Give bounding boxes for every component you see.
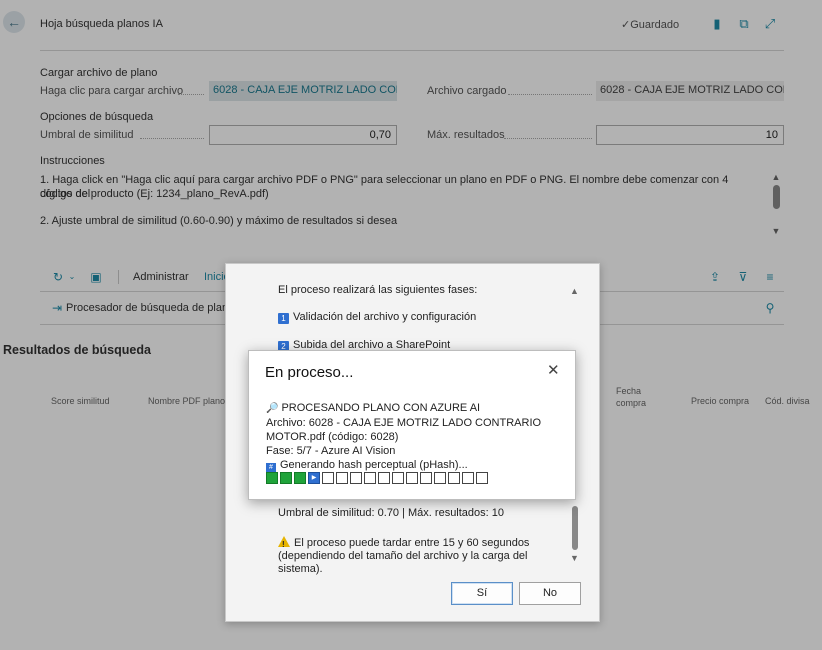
progress-cell (406, 472, 418, 484)
warning-line1: El proceso puede tardar entre 15 y 60 se… (294, 537, 530, 549)
dialog-scrollbar-thumb[interactable] (572, 506, 578, 550)
progress-cell (294, 472, 306, 484)
magnifier-icon: 🔎 (266, 403, 279, 414)
progress-cell (350, 472, 362, 484)
close-icon[interactable]: ✕ (547, 363, 560, 379)
progress-line2: Archivo: 6028 - CAJA EJE MOTRIZ LADO CON… (266, 417, 542, 429)
progress-cell (448, 472, 460, 484)
warning-icon (278, 536, 290, 551)
progress-line5: # Generando hash perceptual (pHash)... (266, 458, 566, 473)
progress-cell: ▶ (308, 472, 320, 484)
confirm-params: Umbral de similitud: 0.70 | Máx. resulta… (278, 507, 505, 519)
progress-cell (364, 472, 376, 484)
progress-cell (420, 472, 432, 484)
confirm-step-1: 1 Validación del archivo y configuración (278, 311, 476, 324)
yes-button[interactable]: Sí (451, 582, 513, 605)
progress-title: En proceso... (265, 364, 354, 381)
step-1-label: Validación del archivo y configuración (293, 311, 477, 323)
progress-cell (476, 472, 488, 484)
progress-bar: ▶ (266, 472, 488, 484)
progress-line1-text: PROCESANDO PLANO CON AZURE AI (281, 402, 481, 414)
progress-cell (266, 472, 278, 484)
confirm-intro: El proceso realizará las siguientes fase… (278, 284, 478, 296)
confirm-warning: El proceso puede tardar entre 15 y 60 se… (278, 536, 568, 576)
dialog-scroll-up-icon[interactable]: ▲ (570, 286, 579, 296)
progress-line5-text: Generando hash perceptual (pHash)... (280, 459, 468, 471)
progress-cell (392, 472, 404, 484)
no-button[interactable]: No (519, 582, 581, 605)
progress-cell (336, 472, 348, 484)
progress-cell (280, 472, 292, 484)
progress-line1: 🔎 PROCESANDO PLANO CON AZURE AI (266, 401, 566, 416)
progress-dialog: En proceso... ✕ 🔎 PROCESANDO PLANO CON AZ… (248, 350, 576, 500)
warning-line2: (dependiendo del tamaño del archivo y la… (278, 550, 528, 575)
progress-cell (378, 472, 390, 484)
dialog-scroll-down-icon[interactable]: ▼ (570, 553, 579, 563)
step-1-icon: 1 (278, 313, 289, 324)
progress-body: 🔎 PROCESANDO PLANO CON AZURE AI Archivo: … (266, 401, 566, 473)
progress-line3: MOTOR.pdf (código: 6028) (266, 431, 399, 443)
progress-cell (434, 472, 446, 484)
progress-cell (322, 472, 334, 484)
progress-cell (462, 472, 474, 484)
progress-line4: Fase: 5/7 - Azure AI Vision (266, 445, 396, 457)
